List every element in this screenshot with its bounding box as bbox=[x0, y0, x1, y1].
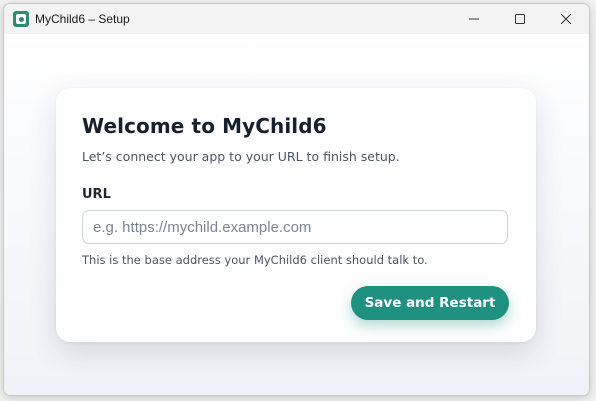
setup-window: MyChild6 – Setup Welcome to MyChild6 Let… bbox=[3, 3, 590, 396]
save-and-restart-button[interactable]: Save and Restart bbox=[351, 286, 509, 320]
title-bar[interactable]: MyChild6 – Setup bbox=[4, 4, 589, 34]
caption-buttons bbox=[451, 4, 589, 34]
setup-card: Welcome to MyChild6 Let’s connect your a… bbox=[56, 88, 536, 342]
url-helper-text: This is the base address your MyChild6 c… bbox=[82, 253, 428, 267]
page-title: Welcome to MyChild6 bbox=[82, 114, 327, 138]
maximize-icon bbox=[515, 14, 525, 24]
maximize-button[interactable] bbox=[497, 4, 543, 34]
app-logo-icon bbox=[13, 11, 29, 27]
setup-subtitle: Let’s connect your app to your URL to fi… bbox=[82, 149, 400, 164]
close-icon bbox=[561, 14, 571, 24]
url-label: URL bbox=[82, 187, 111, 202]
window-client-area: Welcome to MyChild6 Let’s connect your a… bbox=[4, 34, 589, 395]
window-title: MyChild6 – Setup bbox=[35, 12, 130, 26]
minimize-icon bbox=[469, 18, 479, 20]
url-input[interactable] bbox=[82, 210, 508, 244]
minimize-button[interactable] bbox=[451, 4, 497, 34]
close-button[interactable] bbox=[543, 4, 589, 34]
